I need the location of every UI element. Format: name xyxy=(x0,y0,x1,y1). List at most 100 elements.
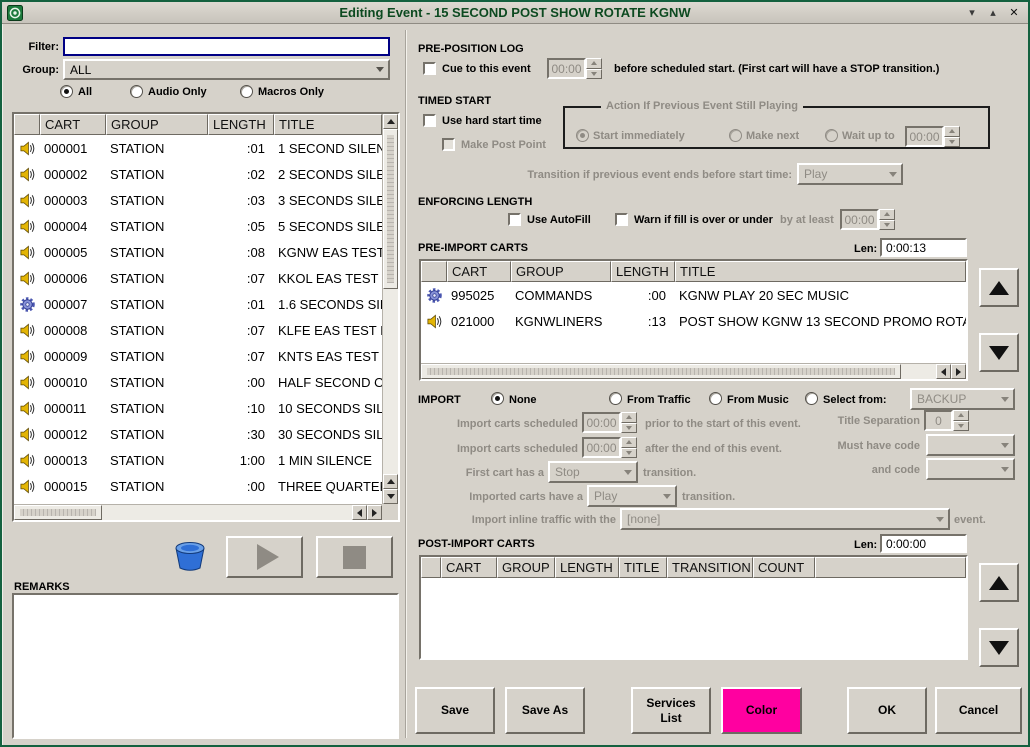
imported-carts-transition-select[interactable]: Play xyxy=(587,485,677,507)
scroll-trough[interactable] xyxy=(14,505,352,520)
scroll-up-icon[interactable] xyxy=(383,114,398,129)
fill-warn-spinner[interactable]: 00:00 xyxy=(840,209,895,230)
radio-import-none[interactable] xyxy=(491,392,504,405)
column-header-blank[interactable] xyxy=(421,557,441,578)
spin-up-icon[interactable] xyxy=(944,126,960,137)
column-header-length[interactable]: LENGTH xyxy=(208,114,274,135)
post-import-move-up-button[interactable] xyxy=(979,563,1019,602)
scroll-right-icon[interactable] xyxy=(951,364,966,379)
column-header-cart[interactable]: CART xyxy=(40,114,106,135)
column-header-length[interactable]: LENGTH xyxy=(555,557,619,578)
must-have-code-select[interactable] xyxy=(926,434,1015,456)
spin-down-icon[interactable] xyxy=(621,448,637,459)
table-row[interactable]: 000011STATION:1010 SECONDS SILENCE xyxy=(14,395,382,421)
sched-prior-spinner[interactable]: 00:00 xyxy=(582,412,637,433)
pre-import-table[interactable]: CARTGROUPLENGTHTITLE 995025COMMANDS:00KG… xyxy=(419,259,968,381)
radio-audio-only[interactable] xyxy=(130,85,143,98)
scroll-left-icon[interactable] xyxy=(936,364,951,379)
column-header-group[interactable]: GROUP xyxy=(511,261,611,282)
radio-macros-only[interactable] xyxy=(240,85,253,98)
table-row[interactable]: 000004STATION:055 SECONDS SILENCE xyxy=(14,213,382,239)
sched-after-spinner[interactable]: 00:00 xyxy=(582,437,637,458)
scroll-thumb[interactable] xyxy=(14,505,102,520)
scroll-right-icon[interactable] xyxy=(367,505,382,520)
spin-down-icon[interactable] xyxy=(586,69,602,80)
table-row[interactable]: 000006STATION:07KKOL EAS TEST IN xyxy=(14,265,382,291)
column-header-cart[interactable]: CART xyxy=(447,261,511,282)
column-header-length[interactable]: LENGTH xyxy=(611,261,675,282)
column-header-group[interactable]: GROUP xyxy=(106,114,208,135)
spin-up-icon[interactable] xyxy=(879,209,895,220)
cart-library-table[interactable]: CARTGROUPLENGTHTITLE 000001STATION:011 S… xyxy=(12,112,400,522)
pre-import-move-down-button[interactable] xyxy=(979,333,1019,372)
wait-time-spinner[interactable]: 00:00 xyxy=(905,126,960,147)
spin-up-icon[interactable] xyxy=(953,410,969,421)
warn-fill-checkbox[interactable] xyxy=(615,213,628,226)
cancel-button[interactable]: Cancel xyxy=(935,687,1022,734)
save-as-button[interactable]: Save As xyxy=(505,687,585,734)
table-row[interactable]: 000005STATION:08KGNW EAS TEST xyxy=(14,239,382,265)
column-header-title[interactable]: TITLE xyxy=(675,261,966,282)
scroll-thumb[interactable] xyxy=(383,129,398,289)
table-row[interactable]: 000015STATION:00THREE QUARTER xyxy=(14,473,382,499)
library-horizontal-scrollbar[interactable] xyxy=(14,504,382,520)
column-header-title[interactable]: TITLE xyxy=(274,114,382,135)
table-row[interactable]: 000010STATION:00HALF SECOND OF xyxy=(14,369,382,395)
remarks-textarea[interactable] xyxy=(12,593,399,739)
cart-bin-icon[interactable] xyxy=(170,538,210,574)
column-header-blank[interactable] xyxy=(421,261,447,282)
spin-up-icon[interactable] xyxy=(621,437,637,448)
post-import-table-body[interactable] xyxy=(421,578,966,658)
close-button[interactable]: ✕ xyxy=(1005,5,1023,21)
table-row[interactable]: 000008STATION:07KLFE EAS TEST IN xyxy=(14,317,382,343)
spin-down-icon[interactable] xyxy=(621,423,637,434)
column-header-cart[interactable]: CART xyxy=(441,557,497,578)
stop-button[interactable] xyxy=(316,536,393,578)
titlebar[interactable]: Editing Event - 15 SECOND POST SHOW ROTA… xyxy=(2,2,1028,24)
services-list-button[interactable]: Services List xyxy=(631,687,711,734)
first-cart-transition-select[interactable]: Stop xyxy=(548,461,638,483)
table-row[interactable]: 000007STATION:011.6 SECONDS SILENCE xyxy=(14,291,382,317)
post-import-move-down-button[interactable] xyxy=(979,628,1019,667)
make-post-checkbox[interactable] xyxy=(442,138,455,151)
library-table-body[interactable]: 000001STATION:011 SECOND SILENCE000002ST… xyxy=(14,135,382,504)
pre-import-horizontal-scrollbar[interactable] xyxy=(421,363,966,379)
table-row[interactable]: 021000KGNWLINERS:13POST SHOW KGNW 13 SEC… xyxy=(421,308,966,334)
inline-traffic-select[interactable]: [none] xyxy=(620,508,950,530)
scroll-left-icon[interactable] xyxy=(352,505,367,520)
spin-down-icon[interactable] xyxy=(953,421,969,432)
pre-import-move-up-button[interactable] xyxy=(979,268,1019,307)
autofill-checkbox[interactable] xyxy=(508,213,521,226)
ok-button[interactable]: OK xyxy=(847,687,927,734)
scroll-down-icon[interactable] xyxy=(383,489,398,504)
select-from-select[interactable]: BACKUP xyxy=(910,388,1015,410)
transition-select[interactable]: Play xyxy=(797,163,903,185)
column-header-count[interactable]: COUNT xyxy=(753,557,815,578)
post-import-table[interactable]: CARTGROUPLENGTHTITLETRANSITIONCOUNT xyxy=(419,555,968,660)
table-row[interactable]: 000002STATION:022 SECONDS SILENCE xyxy=(14,161,382,187)
filter-input[interactable] xyxy=(63,37,390,56)
column-header-group[interactable]: GROUP xyxy=(497,557,555,578)
color-button[interactable]: Color xyxy=(721,687,802,734)
radio-import-select-from[interactable] xyxy=(805,392,818,405)
spin-down-icon[interactable] xyxy=(944,137,960,148)
column-header-title[interactable]: TITLE xyxy=(619,557,667,578)
pre-import-table-body[interactable]: 995025COMMANDS:00KGNW PLAY 20 SEC MUSIC0… xyxy=(421,282,966,363)
radio-start-immediately[interactable] xyxy=(576,129,589,142)
hard-start-checkbox[interactable] xyxy=(423,114,436,127)
scroll-trough[interactable] xyxy=(383,129,398,474)
table-row[interactable]: 995025COMMANDS:00KGNW PLAY 20 SEC MUSIC xyxy=(421,282,966,308)
save-button[interactable]: Save xyxy=(415,687,495,734)
table-row[interactable]: 000003STATION:033 SECONDS SILENCE xyxy=(14,187,382,213)
radio-import-music[interactable] xyxy=(709,392,722,405)
spin-up-icon[interactable] xyxy=(586,58,602,69)
play-button[interactable] xyxy=(226,536,303,578)
radio-make-next[interactable] xyxy=(729,129,742,142)
scroll-up-icon-bottom[interactable] xyxy=(383,474,398,489)
column-header-transition[interactable]: TRANSITION xyxy=(667,557,753,578)
radio-wait-up-to[interactable] xyxy=(825,129,838,142)
table-row[interactable]: 000001STATION:011 SECOND SILENCE xyxy=(14,135,382,161)
cue-checkbox[interactable] xyxy=(423,62,436,75)
radio-all[interactable] xyxy=(60,85,73,98)
maximize-button[interactable]: ▴ xyxy=(984,5,1002,21)
